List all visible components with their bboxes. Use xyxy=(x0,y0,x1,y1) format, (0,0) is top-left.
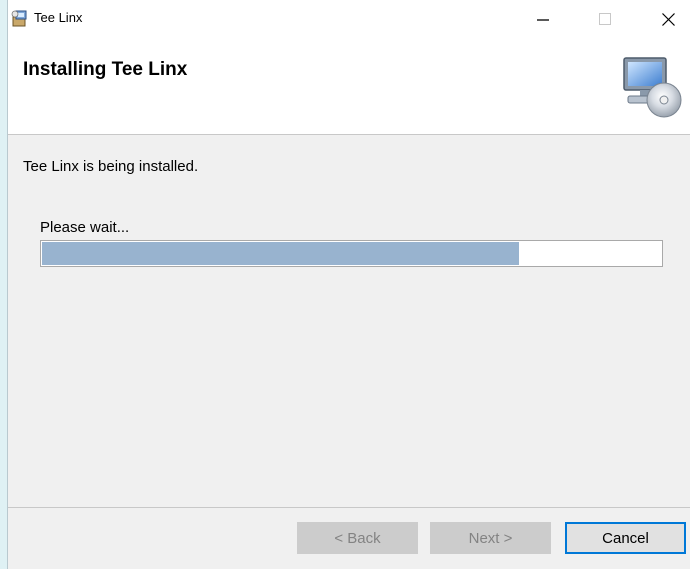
close-button[interactable] xyxy=(645,0,690,38)
header-banner: Installing Tee Linx xyxy=(8,38,690,135)
minimize-button[interactable] xyxy=(520,0,566,38)
please-wait-label: Please wait... xyxy=(40,219,130,236)
page-title: Installing Tee Linx xyxy=(23,59,188,80)
installer-package-icon xyxy=(11,10,27,27)
cancel-button[interactable]: Cancel xyxy=(565,522,686,554)
close-icon xyxy=(661,12,675,26)
next-button[interactable]: Next > xyxy=(430,522,551,554)
computer-cd-icon xyxy=(623,57,682,118)
window-title: Tee Linx xyxy=(34,10,83,25)
installer-window: Tee Linx Installing Tee Linx Tee Linx is… xyxy=(7,0,690,569)
back-button[interactable]: < Back xyxy=(297,522,418,554)
install-status-text: Tee Linx is being installed. xyxy=(23,158,199,175)
minimize-icon xyxy=(537,19,549,21)
progress-fill xyxy=(42,242,519,265)
footer-divider xyxy=(8,507,690,508)
title-bar[interactable]: Tee Linx xyxy=(8,0,690,38)
maximize-button[interactable] xyxy=(582,0,628,38)
maximize-icon xyxy=(599,13,611,25)
install-progress-bar xyxy=(40,240,663,267)
